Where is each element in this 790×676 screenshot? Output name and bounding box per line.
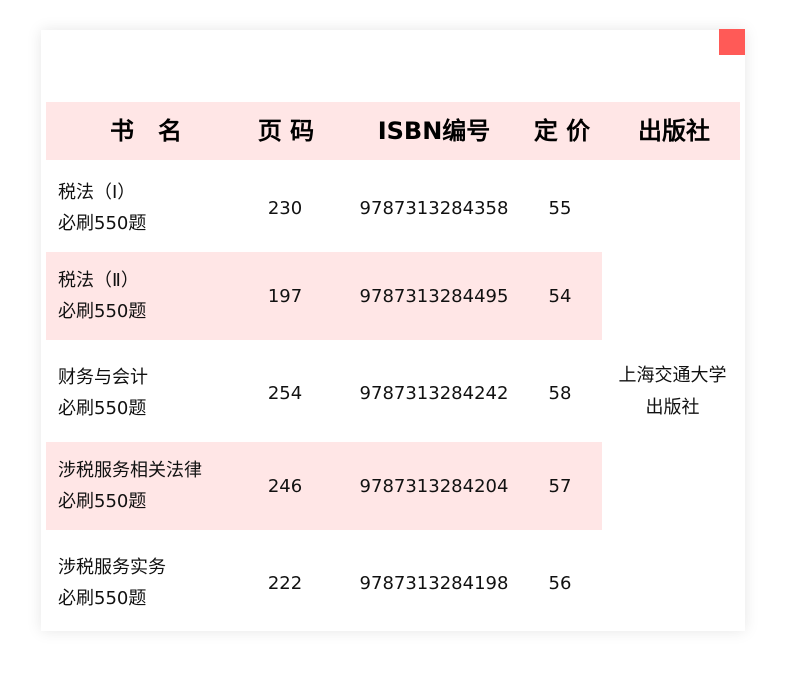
header-isbn: ISBN编号 xyxy=(377,117,491,145)
book-name-line2: 必刷550题 xyxy=(58,213,147,234)
pages-cell: 222 xyxy=(267,572,303,594)
book-name-line1: 涉税服务实务 xyxy=(58,557,166,578)
book-name-line1: 税法（Ⅰ） xyxy=(58,182,136,203)
isbn-cell: 9787313284198 xyxy=(359,572,509,594)
price-cell: 57 xyxy=(548,475,572,497)
price-cell: 54 xyxy=(548,285,572,307)
pages-cell: 246 xyxy=(267,475,303,497)
isbn-cell: 9787313284495 xyxy=(359,285,509,307)
header-price: 定 价 xyxy=(533,117,591,145)
book-name-line1: 税法（Ⅱ） xyxy=(58,270,139,291)
table-row: 税法（Ⅱ） 必刷550题 xyxy=(58,252,248,340)
isbn-cell: 9787313284204 xyxy=(359,475,509,497)
publisher-line1: 上海交通大学 xyxy=(618,365,727,386)
table-row: 税法（Ⅰ） 必刷550题 xyxy=(58,164,248,252)
publisher-cell: 上海交通大学 出版社 xyxy=(605,360,740,424)
header-publisher: 出版社 xyxy=(638,117,710,145)
price-cell: 55 xyxy=(548,197,572,219)
header-book-name: 书 名 xyxy=(110,117,182,145)
book-name-line2: 必刷550题 xyxy=(58,301,147,322)
header-pages: 页 码 xyxy=(257,117,315,145)
book-name-line2: 必刷550题 xyxy=(58,398,147,419)
pages-cell: 197 xyxy=(267,285,303,307)
book-name-line2: 必刷550题 xyxy=(58,491,147,512)
book-name-line2: 必刷550题 xyxy=(58,588,147,609)
pages-cell: 254 xyxy=(267,382,303,404)
price-cell: 58 xyxy=(548,382,572,404)
isbn-cell: 9787313284242 xyxy=(359,382,509,404)
pages-cell: 230 xyxy=(267,197,303,219)
table-row: 涉税服务相关法律 必刷550题 xyxy=(58,442,248,530)
book-name-line1: 涉税服务相关法律 xyxy=(58,460,202,481)
table-row: 财务与会计 必刷550题 xyxy=(58,346,248,440)
publisher-line2: 出版社 xyxy=(645,397,700,418)
price-cell: 56 xyxy=(548,572,572,594)
book-name-line1: 财务与会计 xyxy=(58,367,148,388)
corner-accent-square xyxy=(719,29,745,55)
table-row: 涉税服务实务 必刷550题 xyxy=(58,536,248,630)
isbn-cell: 9787313284358 xyxy=(359,197,509,219)
